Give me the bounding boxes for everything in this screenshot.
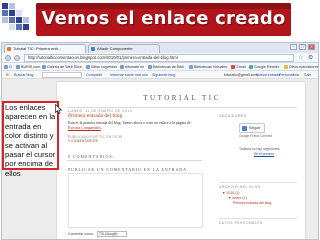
comment-as-select[interactable]: TIC (Google) [97,231,127,237]
decorative-squares [2,3,32,36]
post-meta: PUBLICADO POR TIC EN 09:35 0 COMENTARIOS [68,135,122,143]
post-body-suffix: . [100,126,102,130]
followers-count: Todavía no hay seguidores. [239,147,281,151]
close-window-button[interactable]: ✕ [308,44,315,50]
followers-widget: SEGUIDORES Seguir Google Friend Connect … [219,114,299,174]
tab-bar: Tutorial TIC: Primera entr... Añadir Com… [2,43,318,53]
blog-title[interactable]: TUTORIAL TIC [57,94,307,102]
follow-button-label: Seguir [249,126,260,130]
followers-label: SEGUIDORES [219,114,247,118]
bookmark-item[interactable]: G [4,64,12,70]
comment-textarea[interactable] [68,173,203,228]
annotation-callout: Los enlaces aparecen en la entrada en co… [2,101,59,178]
url-field[interactable]: http://tutorialticcomentacion.blogspot.c… [24,54,294,62]
archive-year-toggle[interactable]: ▼ 2010 (1) [222,191,239,195]
bookmark-icon [42,65,46,69]
forward-button[interactable] [14,55,20,61]
bookmark-item[interactable]: Bibliotecas de Bibli [148,64,184,70]
comment-as-label: Comentar como: [68,232,94,236]
tab-tutorial-tic[interactable]: Tutorial TIC: Primera entr... [4,44,86,53]
gmail-icon [231,65,235,69]
comments-heading: 0 COMENTARIOS: [68,154,115,159]
callout-text: Los enlaces aparecen en la entrada en co… [5,103,56,178]
maximize-button[interactable]: □ [299,44,306,50]
bookmark-item[interactable]: BURIS.com [16,64,40,70]
tab-anadir-componente[interactable]: Añadir Componente [88,44,160,53]
post-comment-heading: PUBLICAR UN COMENTARIO EN LA ENTRADA [68,167,187,172]
follow-button[interactable]: Seguir [239,123,265,133]
bookmark-icon [189,65,193,69]
next-blog-link[interactable]: Siguiente blog [152,72,175,78]
post-title[interactable]: Primera entrada del blog [68,113,122,119]
reader-icon [249,65,253,69]
archive-post-link[interactable]: Primera entrada del blog [233,201,271,205]
search-blog-link[interactable]: Buscar blog [14,72,33,78]
blog-search-input[interactable] [42,72,82,78]
report-abuse-link[interactable]: Informar sobre mal uso [110,72,148,78]
minimize-button[interactable]: − [290,44,297,50]
bookmark-icon [16,65,20,69]
divider [67,107,297,108]
user-email: tutoratic@gmail.com [224,73,258,77]
page-favicon-icon [91,47,95,51]
sign-out-link[interactable]: Salir [304,72,311,78]
share-link[interactable]: Compartir [86,72,102,78]
tab-label: Añadir Componente [97,46,133,51]
slide-title: Vemos el enlace creado [41,8,286,29]
blog-content: TUTORIAL TIC LUNES, 11 DE ENERO DE 2010 … [56,81,307,239]
back-button[interactable] [5,55,11,61]
bookmark-item[interactable]: eltomate.ne [120,64,144,70]
friend-connect-icon [242,126,247,131]
divider [67,160,202,161]
folder-icon [284,65,288,69]
blogger-favicon-icon [7,47,11,51]
bookmark-item[interactable]: Gmail [231,64,246,70]
be-first-link[interactable]: Sé el primero [254,152,274,156]
bookmark-folder[interactable]: Otros marcadores [284,64,318,70]
wrench-icon[interactable]: ⚙ [308,54,313,62]
about-me-label: DATOS PERSONALES [219,221,263,225]
new-post-link[interactable]: Nueva entrada [256,72,280,78]
blog-archive-widget: ARCHIVO DEL BLOG ▼ 2010 (1) ▼ enero (1) … [219,182,299,232]
slide-header: Vemos el enlace creado [0,0,320,41]
bookmarks-bar: G BURIS.com Galería de Web Slice Sitios … [2,63,318,71]
bookmark-item[interactable]: Google Reader [249,64,279,70]
blogger-logo[interactable]: B [6,72,9,78]
post-body-text: Esta es la primera entrada del blog. Vam… [68,121,191,125]
blogger-navbar: B Buscar blog Compartir Informar sobre m… [2,71,318,79]
bookmark-item[interactable]: Bibliotecas Virtuales [189,64,227,70]
address-bar: http://tutorialticcomentacion.blogspot.c… [2,53,318,63]
bookmark-item[interactable]: Sitios sugeridos [86,64,117,70]
bookmark-icon [86,65,90,69]
post-body: Esta es la primera entrada del blog. Vam… [68,121,203,131]
friend-connect-text: Google Friend Connect [239,134,272,138]
mouse-pointer-icon [55,104,63,114]
bookmark-icon [148,65,152,69]
divider [219,182,297,183]
tab-label: Tutorial TIC: Primera entr... [13,46,62,51]
archive-label: ARCHIVO DEL BLOG [219,185,261,189]
bookmark-icon [120,65,124,69]
star-icon[interactable]: ☆ [298,54,303,62]
post-body-link[interactable]: Escritos Compartidos [68,126,101,130]
divider [219,218,297,219]
customize-link[interactable]: Personalizar [279,72,300,78]
bookmark-icon [4,65,8,69]
archive-month-toggle[interactable]: ▼ enero (1) [228,196,247,200]
comments-count-link[interactable]: 0 COMENTARIOS [68,139,122,143]
bookmark-item[interactable]: Galería de Web Slice [42,64,82,70]
